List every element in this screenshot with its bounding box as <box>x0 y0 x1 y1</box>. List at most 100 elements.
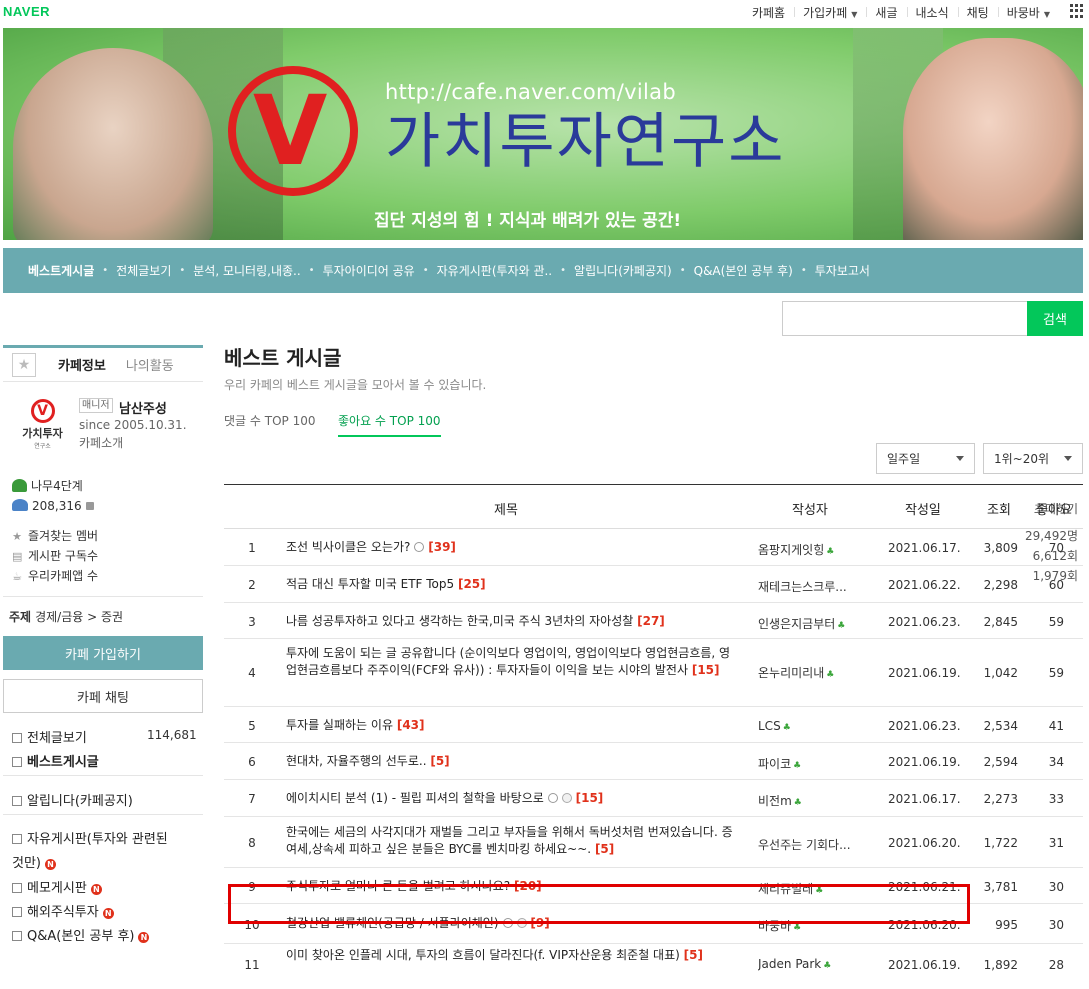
rank-range-select[interactable]: 1위~20위 <box>983 443 1083 474</box>
post-title-text: 투자에 도움이 되는 글 공유합니다 (순이익보다 영업이익, 영업이익보다 영… <box>286 646 731 677</box>
cafe-search-input[interactable] <box>782 301 1028 336</box>
menu-qna[interactable]: Q&A(본인 공부 후) <box>694 262 793 279</box>
board-qna[interactable]: Q&A(본인 공부 후) N <box>12 925 150 944</box>
table-row[interactable]: 5 투자를 실패하는 이유 [43] LCS ♣ 2021.06.23. 2,53… <box>224 707 1083 743</box>
post-views: 1,892 <box>983 958 1018 972</box>
post-writer[interactable]: 비전m ♣ <box>758 792 866 809</box>
post-title[interactable]: 투자에 도움이 되는 글 공유합니다 (순이익보다 영업이익, 영업이익보다 영… <box>286 645 741 679</box>
comment-count[interactable]: [5] <box>595 842 614 856</box>
post-writer[interactable]: 옴팡지게잇힝 ♣ <box>758 541 866 558</box>
menu-reports[interactable]: 투자보고서 <box>815 262 870 279</box>
banner-portrait-left <box>13 48 213 240</box>
post-title[interactable]: 투자를 실패하는 이유 [43] <box>286 717 741 734</box>
nav-my-news[interactable]: 내소식 <box>906 4 958 21</box>
menu-best-posts[interactable]: 베스트게시글 <box>28 262 94 279</box>
post-date: 2021.06.22. <box>888 578 961 592</box>
table-row[interactable]: 11 이미 찾아온 인플레 시대, 투자의 흐름이 달라진다(f. VIP자산운… <box>224 944 1083 989</box>
board-memo[interactable]: 메모게시판 N <box>12 877 102 896</box>
post-title[interactable]: 현대차, 자율주행의 선두로.. [5] <box>286 753 741 770</box>
post-title[interactable]: 나름 성공투자하고 있다고 생각하는 한국,미국 주식 3년차의 자아성찰 [2… <box>286 613 741 630</box>
nav-joined-cafes[interactable]: 가입카페 ▼ <box>794 4 866 21</box>
post-writer[interactable]: 온누리미리내 ♣ <box>758 664 866 681</box>
menu-analysis[interactable]: 분석, 모니터링,내종.. <box>193 262 300 279</box>
user-name: 바뭉바 <box>1006 6 1040 20</box>
comment-count[interactable]: [43] <box>397 718 425 732</box>
post-views: 2,273 <box>983 792 1018 806</box>
comment-count[interactable]: [5] <box>430 754 449 768</box>
cafe-intro-link[interactable]: 카페소개 <box>79 434 123 451</box>
post-title-text: 투자를 실패하는 이유 <box>286 718 393 732</box>
post-views: 1,722 <box>983 836 1018 850</box>
nav-chat[interactable]: 채팅 <box>957 4 998 21</box>
post-writer[interactable]: 파이코 ♣ <box>758 755 866 772</box>
board-label: Q&A(본인 공부 후) <box>27 929 135 944</box>
favorite-star-icon[interactable]: ★ <box>12 352 36 377</box>
nav-user-menu[interactable]: 바뭉바 ▼ <box>997 4 1059 21</box>
row-rank: 3 <box>248 615 256 629</box>
menu-notice[interactable]: 알립니다(카페공지) <box>574 262 672 279</box>
board-notice[interactable]: 알립니다(카페공지) <box>12 790 133 809</box>
apps-grid-icon[interactable] <box>1070 4 1084 18</box>
post-writer[interactable]: Jaden Park ♣ <box>758 957 866 971</box>
board-best-posts[interactable]: 베스트게시글 <box>12 751 99 770</box>
post-title[interactable]: 에이치시티 분석 (1) - 필립 피셔의 철학을 바탕으로 [15] <box>286 790 741 807</box>
comment-count[interactable]: [39] <box>428 540 456 554</box>
board-icon <box>12 834 22 844</box>
lock-icon <box>85 502 94 510</box>
naver-logo[interactable]: NAVER <box>3 4 50 19</box>
menu-all-posts[interactable]: 전체글보기 <box>116 262 171 279</box>
member-level-icon: ♣ <box>826 670 835 680</box>
tab-likes-top[interactable]: 좋아요 수 TOP 100 <box>338 412 441 437</box>
join-cafe-button[interactable]: 카페 가입하기 <box>3 636 203 670</box>
board-overseas[interactable]: 해외주식투자 N <box>12 901 114 920</box>
board-free[interactable]: 자유게시판(투자와 관련된 <box>12 828 168 847</box>
table-row[interactable]: 8 한국에는 세금의 사각지대가 재벌들 그리고 부자들을 위해서 독버섯처럼 … <box>224 817 1083 868</box>
member-level-icon: ♣ <box>793 923 802 933</box>
table-row[interactable]: 1 조선 빅사이클은 오는가? [39] 옴팡지게잇힝 ♣ 2021.06.17.… <box>224 529 1083 566</box>
comment-count[interactable]: [15] <box>576 791 604 805</box>
tab-comments-top[interactable]: 댓글 수 TOP 100 <box>224 412 315 435</box>
cafe-banner[interactable]: V http://cafe.naver.com/vilab 가치투자연구소 집단… <box>3 28 1083 240</box>
member-count-value: 208,316 <box>32 499 82 513</box>
nav-cafe-home[interactable]: 카페홈 <box>743 4 794 21</box>
cafe-chat-button[interactable]: 카페 채팅 <box>3 679 203 713</box>
post-date: 2021.06.19. <box>888 666 961 680</box>
post-title-text: 에이치시티 분석 (1) - 필립 피셔의 철학을 바탕으로 <box>286 791 544 805</box>
member-level-icon: ♣ <box>826 547 835 557</box>
comment-count[interactable]: [27] <box>637 614 665 628</box>
post-title[interactable]: 적금 대신 투자할 미국 ETF Top5 [25] <box>286 576 741 593</box>
post-writer[interactable]: 인생은지금부터 ♣ <box>758 615 866 632</box>
chevron-down-icon: ▼ <box>851 10 858 19</box>
nav-new-posts[interactable]: 새글 <box>866 4 906 21</box>
post-writer[interactable]: LCS ♣ <box>758 719 866 733</box>
table-row[interactable]: 7 에이치시티 분석 (1) - 필립 피셔의 철학을 바탕으로 [15] 비전… <box>224 780 1083 817</box>
post-title[interactable]: 한국에는 세금의 사각지대가 재벌들 그리고 부자들을 위해서 독버섯처럼 번져… <box>286 824 741 858</box>
table-row[interactable]: 2 적금 대신 투자할 미국 ETF Top5 [25] 재테크는스크루... … <box>224 566 1083 603</box>
comment-count[interactable]: [15] <box>692 663 720 677</box>
tab-my-activity[interactable]: 나의활동 <box>126 355 174 374</box>
writer-name: 파이코 <box>758 757 792 771</box>
sidebar-tabs: ★ 카페정보 나의활동 <box>3 345 203 382</box>
search-button[interactable]: 검색 <box>1027 301 1083 336</box>
period-select[interactable]: 일주일 <box>876 443 975 474</box>
cafe-app-label: 우리카페앱 수 <box>28 569 99 583</box>
board-free-cont[interactable]: 것만) N <box>12 852 56 871</box>
post-title[interactable]: 조선 빅사이클은 오는가? [39] <box>286 539 741 556</box>
table-row[interactable]: 6 현대차, 자율주행의 선두로.. [5] 파이코 ♣ 2021.06.19. … <box>224 743 1083 780</box>
period-select-value: 일주일 <box>887 452 921 466</box>
comment-count[interactable]: [5] <box>684 948 703 962</box>
post-writer[interactable]: 우선주는 기회다... <box>758 836 866 853</box>
member-count[interactable]: 208,316 <box>12 499 94 513</box>
comment-count[interactable]: [25] <box>458 577 486 591</box>
post-writer[interactable]: 재테크는스크루... <box>758 578 866 595</box>
menu-free-board[interactable]: 자유게시판(투자와 관.. <box>437 262 553 279</box>
tab-cafe-info[interactable]: 카페정보 <box>58 355 106 374</box>
writer-name: 인생은지금부터 <box>758 617 836 631</box>
manager-name[interactable]: 남산주성 <box>119 398 167 417</box>
cafe-topic: 주제 경제/금융 > 증권 <box>9 608 123 625</box>
menu-ideas[interactable]: 투자아이디어 공유 <box>323 262 415 279</box>
board-all-posts[interactable]: 전체글보기 <box>12 727 87 746</box>
table-row[interactable]: 3 나름 성공투자하고 있다고 생각하는 한국,미국 주식 3년차의 자아성찰 … <box>224 603 1083 639</box>
table-row[interactable]: 4 투자에 도움이 되는 글 공유합니다 (순이익보다 영업이익, 영업이익보다… <box>224 639 1083 707</box>
post-title[interactable]: 이미 찾아온 인플레 시대, 투자의 흐름이 달라진다(f. VIP자산운용 최… <box>286 947 741 964</box>
